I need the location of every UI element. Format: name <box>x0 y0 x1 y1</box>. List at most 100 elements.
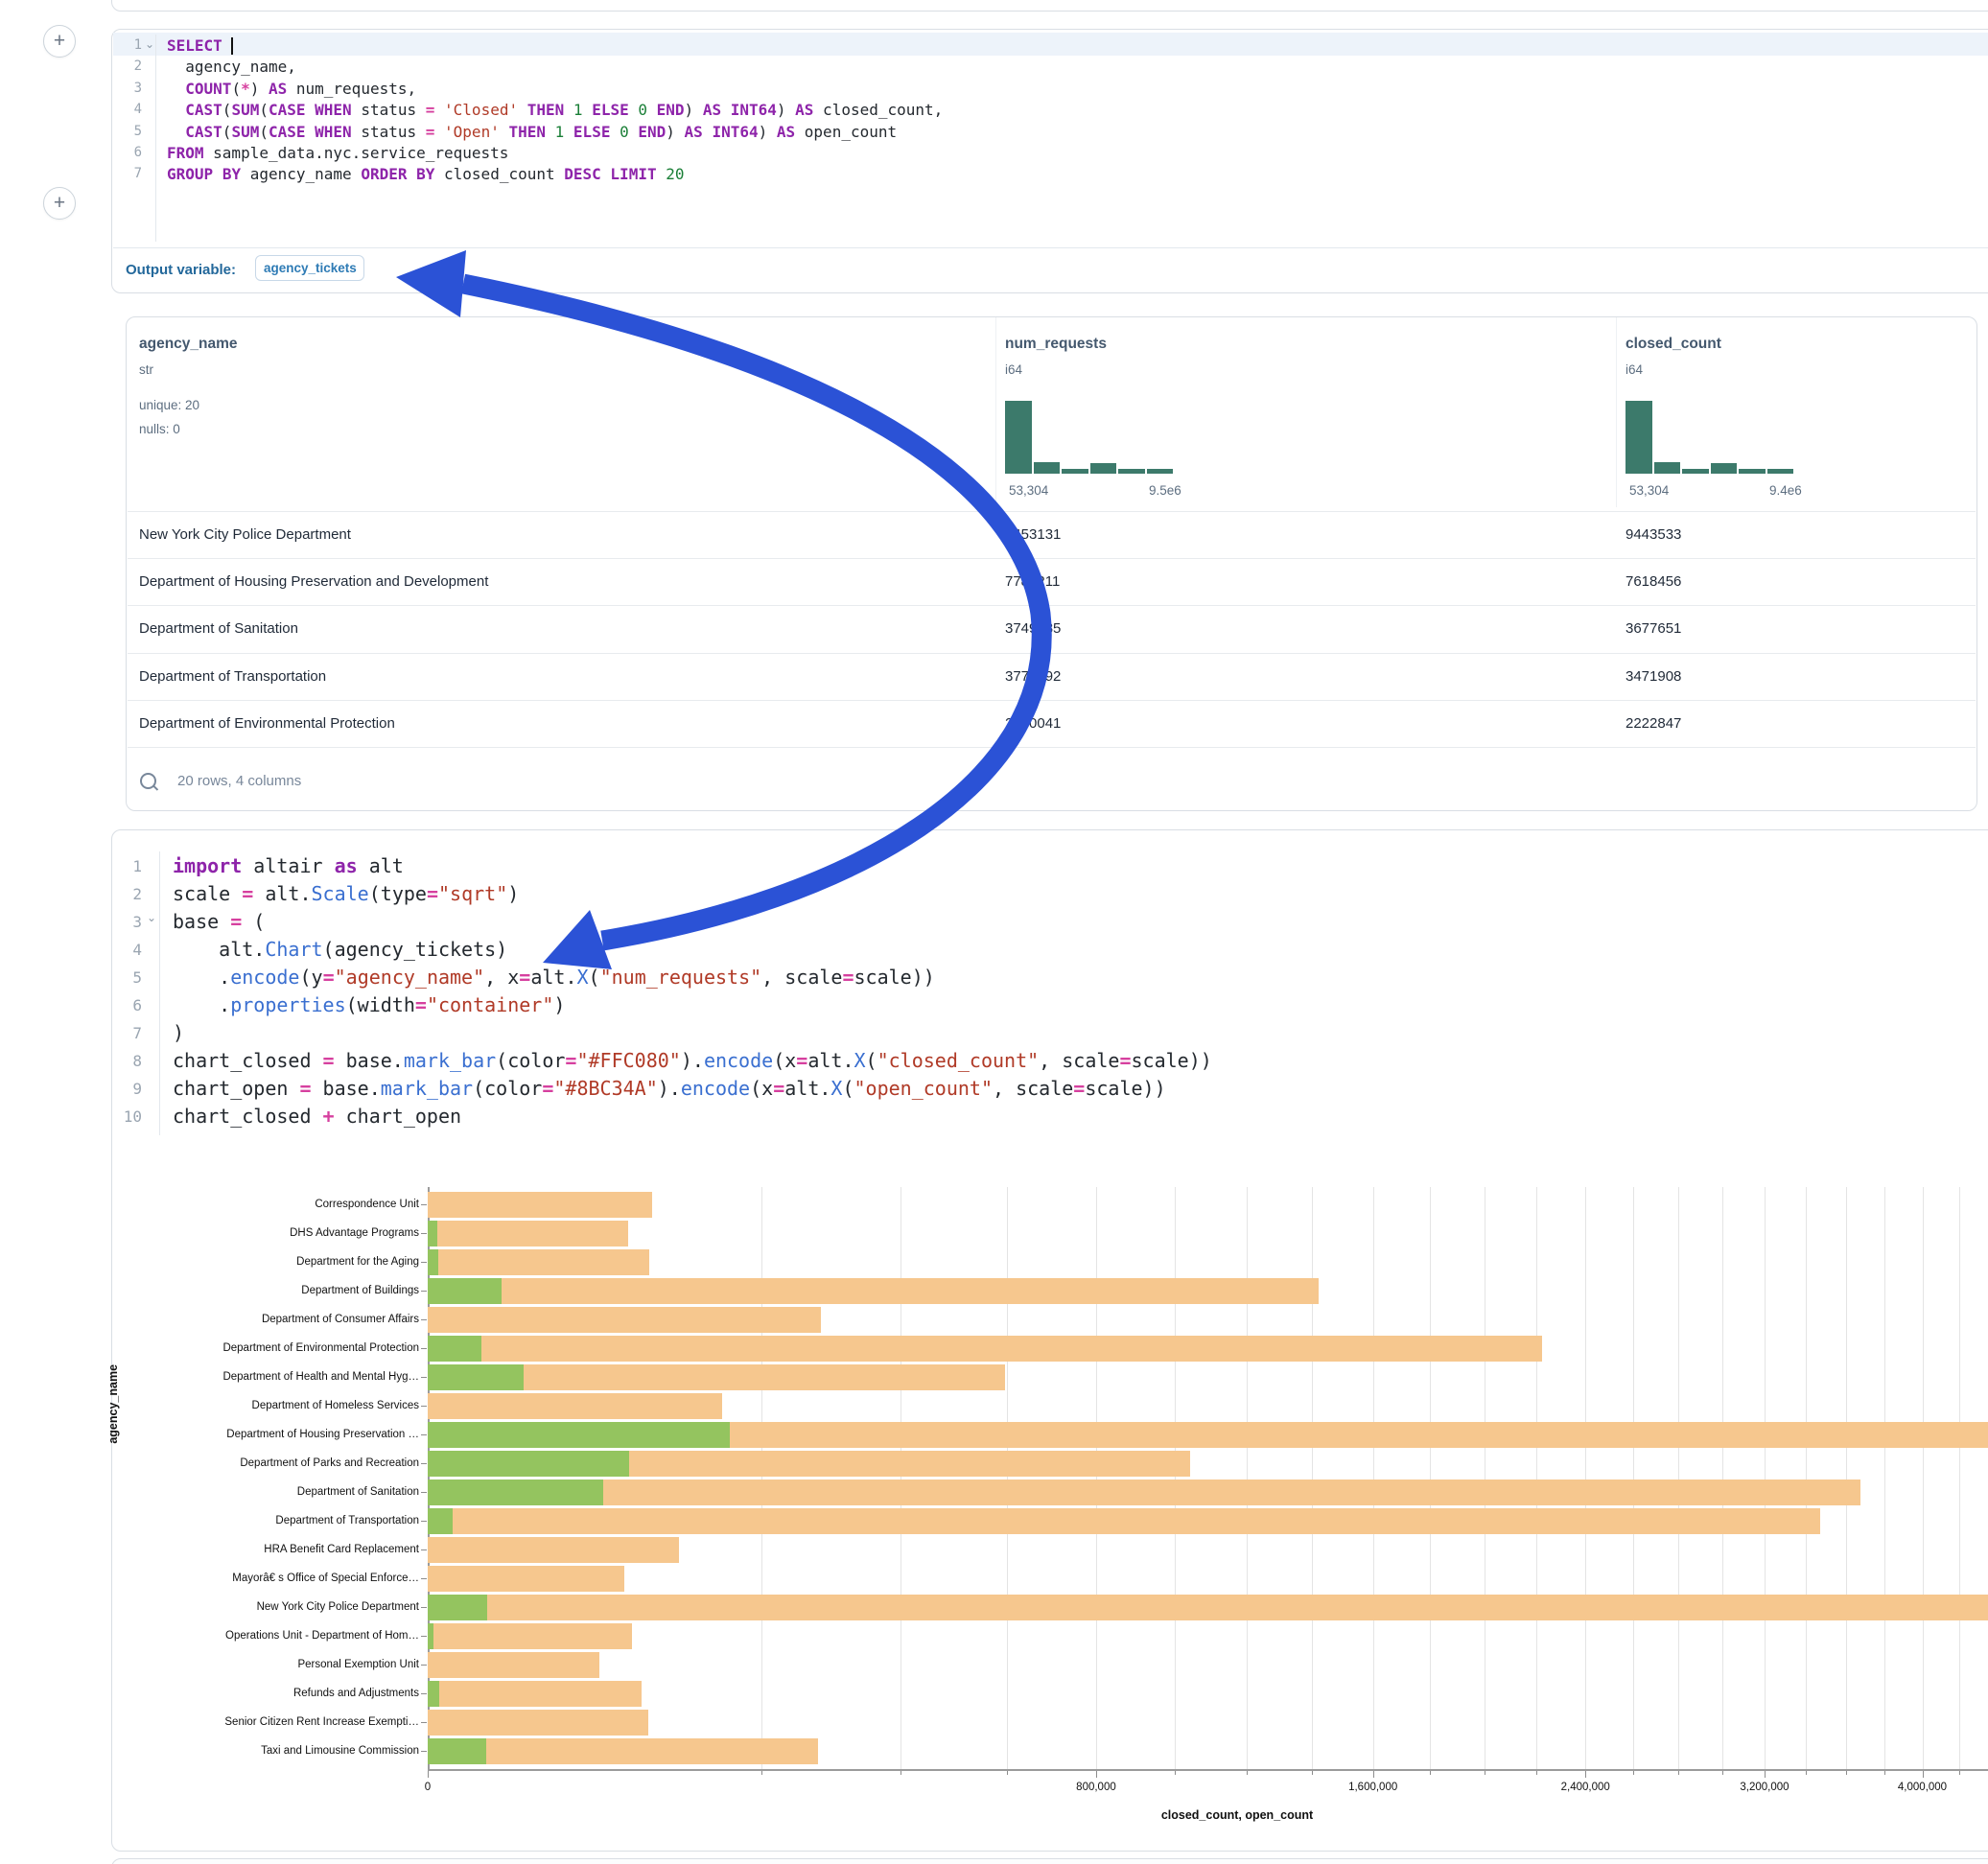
collapse-caret-icon[interactable]: ⌄ <box>145 37 154 51</box>
line-number: 4 <box>113 936 142 964</box>
table-cell: 3749485 <box>1005 620 1061 637</box>
table-cell: Department of Housing Preservation and D… <box>139 573 488 590</box>
code-line[interactable]: chart_closed + chart_open <box>173 1103 461 1130</box>
code-line[interactable]: CAST(SUM(CASE WHEN status = 'Open' THEN … <box>167 121 897 143</box>
y-axis-tick <box>421 1693 427 1695</box>
y-axis-tick <box>421 1578 427 1580</box>
next-cell-top-edge <box>111 1858 1988 1864</box>
histogram-bar <box>1682 469 1709 474</box>
row-divider <box>128 653 1976 654</box>
column-type: str <box>139 362 153 377</box>
code-line[interactable]: alt.Chart(agency_tickets) <box>173 936 507 964</box>
code-line[interactable]: SELECT <box>167 35 233 57</box>
code-line[interactable]: base = ( <box>173 908 265 936</box>
table-cell: Department of Environmental Protection <box>139 715 395 732</box>
y-axis-label: Department of Health and Mental Hyg… <box>110 1370 419 1384</box>
line-number: 5 <box>113 121 142 143</box>
code-line[interactable]: .properties(width="container") <box>173 991 565 1019</box>
histogram-bar <box>1118 469 1145 474</box>
y-axis-tick <box>421 1636 427 1638</box>
chart-y-axis-title: agency_name <box>106 1364 120 1444</box>
y-axis-label: Department of Sanitation <box>110 1485 419 1499</box>
chart-gridline <box>1633 1187 1634 1769</box>
y-axis-tick <box>421 1406 427 1408</box>
y-axis-label: Mayorâ€ s Office of Special Enforce… <box>110 1572 419 1585</box>
code-line[interactable]: scale = alt.Scale(type="sqrt") <box>173 880 519 908</box>
header-column-separator <box>995 317 996 507</box>
column-header-agency_name[interactable]: agency_name <box>139 336 238 353</box>
y-axis-tick <box>421 1291 427 1293</box>
chart-gridline <box>1430 1187 1431 1769</box>
table-cell: 7782211 <box>1005 573 1060 590</box>
x-axis-tick-label: 0 <box>425 1782 431 1793</box>
y-axis-label: Department of Transportation <box>110 1514 419 1527</box>
column-type: i64 <box>1005 362 1022 377</box>
code-line[interactable]: CAST(SUM(CASE WHEN status = 'Closed' THE… <box>167 99 943 121</box>
code-line[interactable]: import altair as alt <box>173 852 404 880</box>
column-stat: nulls: 0 <box>139 422 180 436</box>
table-cell: Department of Sanitation <box>139 620 298 637</box>
x-axis-tick-label: 4,000,000 <box>1898 1782 1947 1793</box>
chart-bar-closed_count <box>428 1393 722 1419</box>
code-line[interactable]: chart_closed = base.mark_bar(color="#FFC… <box>173 1047 1212 1075</box>
x-axis-line <box>428 1769 1988 1771</box>
table-cell: 3774892 <box>1005 668 1061 685</box>
line-number: 5 <box>113 964 142 991</box>
chart-gridline <box>1536 1187 1537 1769</box>
active-line-highlight <box>113 33 1988 56</box>
chart-bar-closed_count <box>428 1249 649 1275</box>
histogram-min-label: 53,304 <box>1009 483 1048 498</box>
line-number: 2 <box>113 56 142 78</box>
chart-bar-closed_count <box>428 1480 1860 1505</box>
y-axis-tick <box>421 1722 427 1724</box>
y-axis-label: Department of Parks and Recreation <box>110 1456 419 1470</box>
y-axis-label: HRA Benefit Card Replacement <box>110 1543 419 1556</box>
code-line[interactable]: ) <box>173 1019 184 1047</box>
chart-bar-closed_count <box>428 1595 1988 1620</box>
y-axis-label: New York City Police Department <box>110 1600 419 1614</box>
line-number: 7 <box>113 1019 142 1047</box>
y-axis-label: Correspondence Unit <box>110 1198 419 1211</box>
y-axis-tick <box>421 1204 427 1206</box>
chart-gridline <box>1959 1187 1960 1769</box>
y-axis-label: Department of Environmental Protection <box>110 1341 419 1355</box>
y-axis-label: Department of Homeless Services <box>110 1399 419 1412</box>
column-histogram <box>1625 401 1800 474</box>
table-cell: 9443533 <box>1625 526 1681 543</box>
code-line[interactable]: .encode(y="agency_name", x=alt.X("num_re… <box>173 964 935 991</box>
chart-gridline <box>1678 1187 1679 1769</box>
table-row-count: 20 rows, 4 columns <box>177 773 301 789</box>
histogram-min-label: 53,304 <box>1629 483 1669 498</box>
table-cell: 2240041 <box>1005 715 1061 732</box>
chart-bar-open_count <box>428 1249 438 1275</box>
add-cell-button-top[interactable]: + <box>43 25 76 58</box>
code-line[interactable]: chart_open = base.mark_bar(color="#8BC34… <box>173 1075 1166 1103</box>
code-line[interactable]: COUNT(*) AS num_requests, <box>167 78 416 100</box>
add-cell-button-middle[interactable]: + <box>43 187 76 220</box>
y-axis-label: Operations Unit - Department of Hom… <box>110 1629 419 1643</box>
chart-bar-closed_count <box>428 1336 1542 1362</box>
y-axis-label: Department of Buildings <box>110 1284 419 1297</box>
y-axis-label: Taxi and Limousine Commission <box>110 1744 419 1758</box>
y-axis-tick <box>421 1434 427 1436</box>
chart-bar-open_count <box>428 1595 487 1620</box>
column-header-closed_count[interactable]: closed_count <box>1625 336 1721 353</box>
chart-bar-closed_count <box>428 1192 652 1218</box>
histogram-bar <box>1147 469 1174 474</box>
chart-bar-open_count <box>428 1278 502 1304</box>
histogram-bar <box>1090 463 1117 474</box>
histogram-bar <box>1739 469 1766 474</box>
code-line[interactable]: GROUP BY agency_name ORDER BY closed_cou… <box>167 163 685 185</box>
table-cell: 3677651 <box>1625 620 1681 637</box>
column-header-num_requests[interactable]: num_requests <box>1005 336 1107 353</box>
chart-gridline <box>1175 1187 1176 1769</box>
chart-bar-closed_count <box>428 1221 628 1247</box>
code-line[interactable]: agency_name, <box>167 56 296 78</box>
collapse-caret-icon[interactable]: ⌄ <box>147 911 156 924</box>
text-cursor <box>231 37 233 55</box>
line-number: 6 <box>113 142 142 164</box>
y-axis-tick <box>421 1751 427 1753</box>
histogram-bar <box>1711 463 1738 474</box>
output-variable-pill[interactable]: agency_tickets <box>255 255 364 281</box>
code-line[interactable]: FROM sample_data.nyc.service_requests <box>167 142 508 164</box>
